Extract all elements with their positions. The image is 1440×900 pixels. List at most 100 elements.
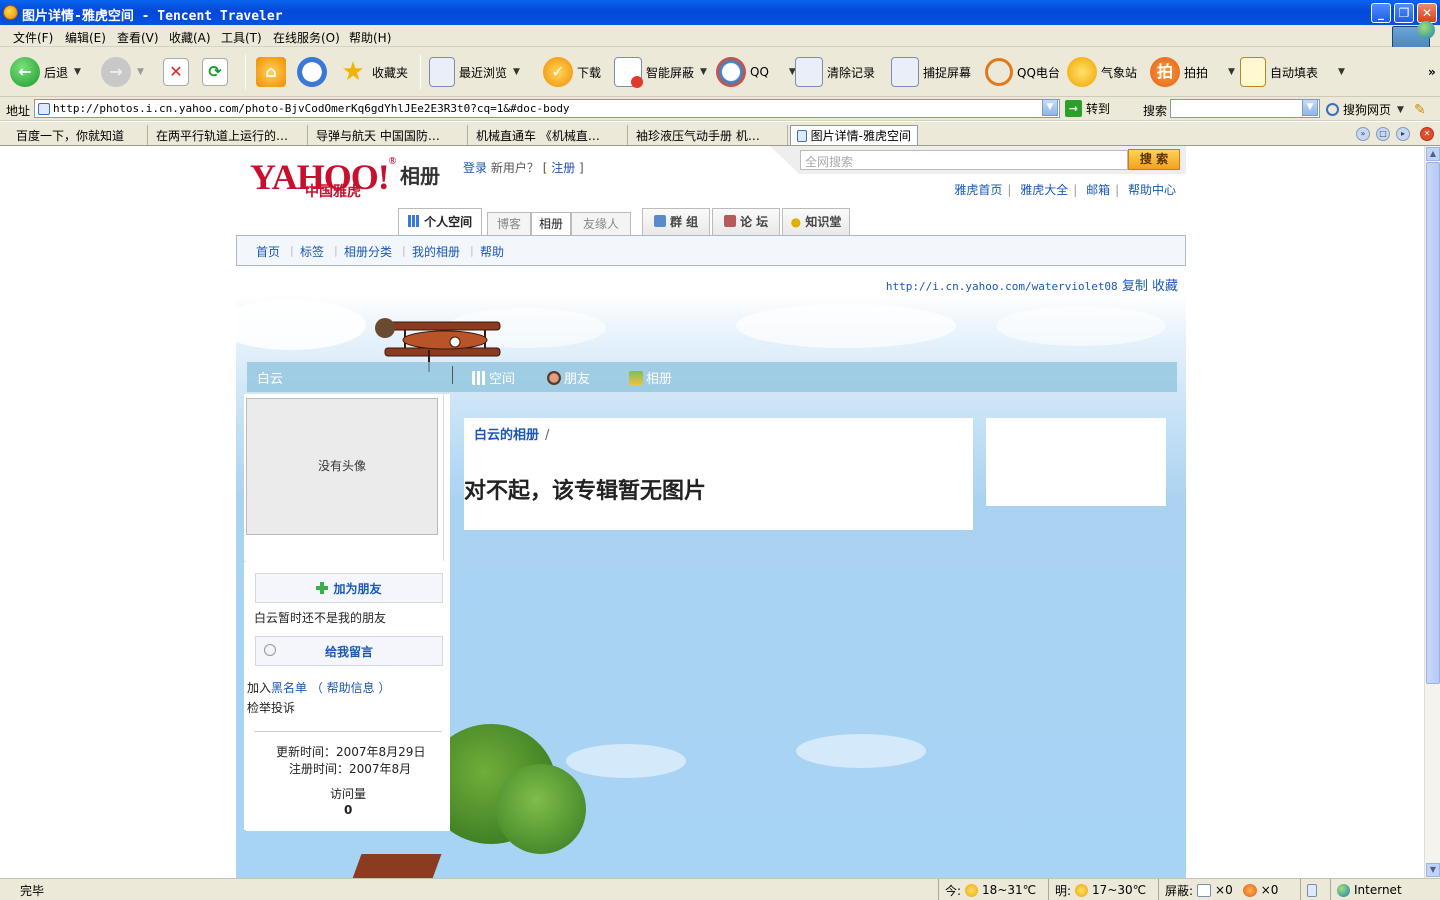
- yahoo-search-input[interactable]: 全网搜索: [800, 150, 1128, 170]
- page-status-icon: [1307, 883, 1317, 897]
- add-friend-button[interactable]: 加为朋友: [255, 573, 443, 603]
- collect-link[interactable]: 收藏: [1152, 279, 1178, 294]
- weather-tomorrow[interactable]: 明: 17~30℃: [1048, 879, 1152, 900]
- browser-tab[interactable]: 百度一下，你就知道: [10, 125, 148, 145]
- clear-history-button[interactable]: 清除记录: [795, 54, 875, 90]
- space-url[interactable]: http://i.cn.yahoo.com/waterviolet08: [886, 280, 1118, 293]
- home-button[interactable]: ⌂: [256, 54, 286, 90]
- weather-button[interactable]: 气象站: [1067, 54, 1137, 90]
- login-link[interactable]: 登录: [463, 161, 487, 175]
- address-dropdown-button[interactable]: ▼: [1042, 99, 1058, 116]
- menu-edit[interactable]: 编辑(E): [65, 29, 106, 46]
- vertical-scrollbar[interactable]: ▲ ▼: [1424, 146, 1440, 878]
- link-yahoo-home[interactable]: 雅虎首页: [954, 183, 1002, 197]
- refresh-button[interactable]: ⟳: [202, 54, 228, 90]
- address-bar: 地址 http://photos.i.cn.yahoo.com/photo-Bj…: [0, 97, 1440, 121]
- toolbar-more-chevron[interactable]: »: [1428, 54, 1436, 90]
- toolbar-separator: [420, 55, 421, 89]
- tab-blog[interactable]: 博客: [487, 212, 531, 236]
- dropdown-arrow-icon[interactable]: ▼: [1228, 67, 1235, 77]
- toolbar-search-input[interactable]: [1170, 99, 1320, 118]
- goto-button[interactable]: → 转到: [1065, 100, 1110, 117]
- favorites-button[interactable]: ★ 收藏夹: [338, 54, 408, 90]
- help-info-link[interactable]: （ 帮助信息 ）: [311, 681, 391, 695]
- register-link[interactable]: 注册: [551, 161, 575, 175]
- dropdown-arrow-icon[interactable]: ▼: [700, 67, 707, 77]
- qq-radio-button[interactable]: QQ电台: [985, 54, 1060, 90]
- report-link[interactable]: 检举投诉: [247, 699, 295, 716]
- highlight-pen-icon[interactable]: ✎: [1414, 102, 1426, 118]
- stop-button[interactable]: ✕: [163, 54, 189, 90]
- tab-list-icon[interactable]: ▸: [1396, 127, 1410, 141]
- download-button[interactable]: ✓ 下载: [543, 54, 601, 90]
- menu-online-services[interactable]: 在线服务(O): [273, 29, 340, 46]
- address-input[interactable]: http://photos.i.cn.yahoo.com/photo-BjvCo…: [34, 99, 1060, 118]
- nav-my-albums[interactable]: 我的相册: [412, 243, 460, 260]
- close-button[interactable]: ✕: [1417, 3, 1437, 23]
- yahoo-search-button[interactable]: 搜 索: [1128, 149, 1180, 170]
- nav-home[interactable]: 首页: [256, 243, 280, 260]
- space-nav-friends[interactable]: 朋友: [547, 368, 590, 387]
- weather-today[interactable]: 今: 18~31℃: [938, 879, 1042, 900]
- history-button[interactable]: [297, 54, 327, 90]
- leave-message-button[interactable]: 给我留言: [255, 636, 443, 666]
- menu-help[interactable]: 帮助(H): [349, 29, 391, 46]
- forward-button[interactable]: → ▼: [101, 54, 144, 90]
- tab-restore-icon[interactable]: □: [1376, 127, 1390, 141]
- browser-tab[interactable]: 机械直通车 《机械直…: [470, 125, 628, 145]
- nav-tags[interactable]: 标签: [300, 243, 324, 260]
- space-nav-home[interactable]: 空间: [472, 368, 515, 387]
- recent-button[interactable]: 最近浏览 ▼: [429, 54, 520, 90]
- tab-scroll-right-icon[interactable]: »: [1356, 127, 1370, 141]
- browser-tab[interactable]: 袖珍液压气动手册 机…: [630, 125, 788, 145]
- status-misc[interactable]: [1300, 879, 1330, 900]
- blocked-ad-icon: [1242, 883, 1257, 897]
- menu-favorites[interactable]: 收藏(A): [169, 29, 211, 46]
- tab-knowledge[interactable]: ● 知识堂: [782, 208, 850, 236]
- dropdown-arrow-icon[interactable]: ▼: [74, 67, 81, 77]
- smart-block-button[interactable]: 智能屏蔽 ▼: [614, 54, 707, 90]
- scroll-down-arrow-icon[interactable]: ▼: [1426, 863, 1440, 877]
- tab-friend-finder[interactable]: 友缘人: [571, 212, 631, 236]
- tab-groups[interactable]: 群 组: [642, 208, 710, 236]
- browser-tab[interactable]: 在两平行轨道上运行的…: [150, 125, 308, 145]
- tab-forum[interactable]: 论 坛: [712, 208, 780, 236]
- dropdown-arrow-icon[interactable]: ▼: [513, 67, 520, 77]
- tab-personal-space[interactable]: 个人空间: [398, 208, 482, 236]
- download-label: 下载: [577, 65, 602, 80]
- album-owner-link[interactable]: 白云的相册: [474, 428, 539, 443]
- blacklist-link[interactable]: 黑名单: [271, 681, 307, 695]
- tab-album[interactable]: 相册: [531, 212, 571, 236]
- link-yahoo-directory[interactable]: 雅虎大全: [1020, 183, 1068, 197]
- back-button[interactable]: ← 后退 ▼: [10, 54, 81, 90]
- browser-tab[interactable]: 导弹与航天 中国国防…: [310, 125, 468, 145]
- link-mail[interactable]: 邮箱: [1086, 183, 1110, 197]
- capture-screen-button[interactable]: 捕捉屏幕: [891, 54, 971, 90]
- space-owner-name[interactable]: 白云: [257, 368, 283, 387]
- friend-status-text: 白云暂时还不是我的朋友: [254, 611, 387, 625]
- dropdown-arrow-icon[interactable]: ▼: [137, 67, 144, 77]
- qq-button[interactable]: QQ ▼: [716, 54, 796, 90]
- menu-tools[interactable]: 工具(T): [221, 29, 262, 46]
- link-help-center[interactable]: 帮助中心: [1128, 183, 1176, 197]
- nav-album-categories[interactable]: 相册分类: [344, 243, 392, 260]
- minimize-button[interactable]: _: [1371, 3, 1391, 23]
- search-engine-selector[interactable]: 搜狗网页 ▼ ✎: [1326, 101, 1426, 118]
- tab-close-icon[interactable]: ✕: [1420, 127, 1434, 141]
- menu-view[interactable]: 查看(V): [117, 29, 159, 46]
- autofill-button[interactable]: 自动填表 ▼: [1240, 54, 1345, 90]
- restore-button[interactable]: ❐: [1394, 3, 1414, 23]
- scroll-thumb[interactable]: [1426, 162, 1440, 684]
- paipai-button[interactable]: 拍 拍拍 ▼: [1150, 54, 1235, 90]
- menu-file[interactable]: 文件(F): [13, 29, 53, 46]
- lightbulb-icon: ●: [790, 215, 802, 229]
- dropdown-arrow-icon[interactable]: ▼: [1338, 67, 1345, 77]
- popup-block-status[interactable]: 屏蔽: ×0 ×0: [1158, 879, 1284, 900]
- sun-icon: [965, 883, 979, 897]
- space-nav-album[interactable]: 相册: [629, 368, 672, 387]
- copy-link[interactable]: 复制: [1122, 279, 1148, 294]
- nav-help[interactable]: 帮助: [480, 243, 504, 260]
- scroll-up-arrow-icon[interactable]: ▲: [1426, 147, 1440, 161]
- browser-tab-active[interactable]: 图片详情-雅虎空间: [790, 125, 918, 145]
- search-dropdown-button[interactable]: ▼: [1302, 99, 1318, 116]
